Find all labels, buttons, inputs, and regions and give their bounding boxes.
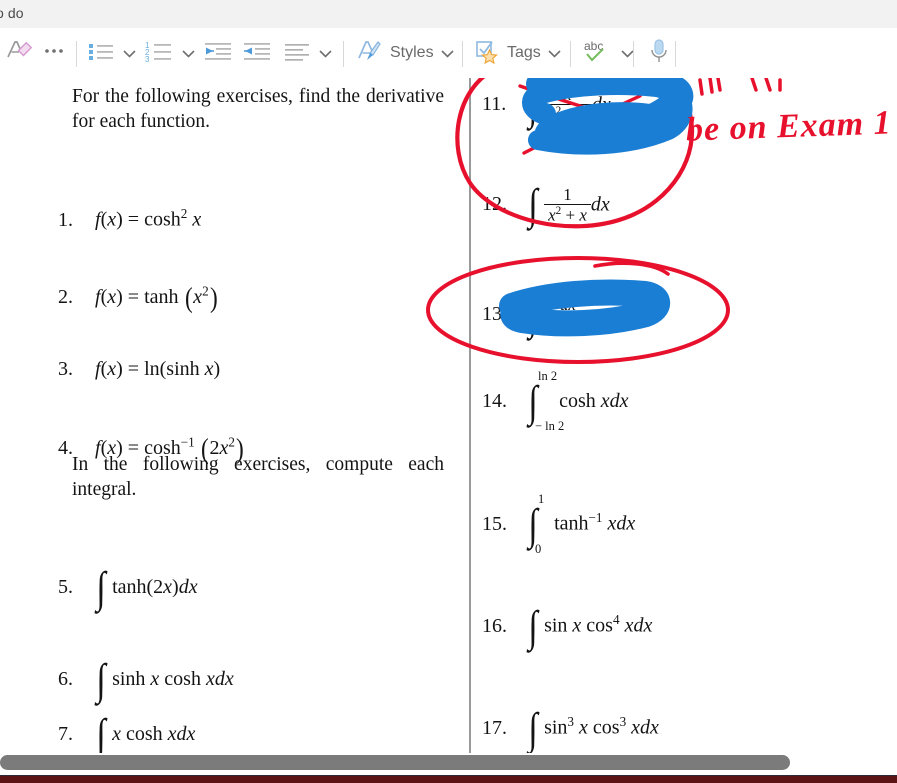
integral-lower-limit: 0 [535, 541, 542, 556]
toolbar-separator [76, 41, 77, 67]
red-stroke-item-13 [593, 261, 670, 276]
clear-formatting-icon [4, 36, 34, 71]
formatting-toolbar: 1 2 3 Styles Tags abc [0, 28, 897, 79]
chevron-down-icon[interactable] [182, 49, 195, 58]
exercise-item-5: 5. ∫ tanh(2x)dx [58, 562, 198, 612]
toolbar-separator [462, 41, 463, 67]
tags-icon [473, 37, 501, 70]
exercise-item-11: 11. ∫ x x2 − 1 dx [482, 80, 611, 130]
spell-check-button[interactable]: abc [580, 28, 634, 78]
align-button[interactable] [282, 28, 332, 78]
clear-formatting-button[interactable] [4, 28, 34, 78]
exercise-item-7: 7. ∫ x cosh xdx [58, 709, 196, 753]
integral-upper-limit: ln 2 [538, 368, 558, 383]
svg-text:3: 3 [145, 55, 150, 64]
exercise-item-3: 3. f(x) = ln(sinh x) [58, 358, 221, 380]
horizontal-scrollbar[interactable] [0, 753, 897, 775]
ellipsis-icon [40, 37, 68, 70]
title-bar: o do [0, 0, 897, 29]
exercise-item-12: 12. ∫ 1 x2 + x dx [482, 180, 610, 230]
decrease-indent-button[interactable] [202, 28, 234, 78]
increase-indent-icon [241, 37, 273, 70]
toolbar-separator [633, 41, 634, 67]
fraction-numerator: 1 [563, 185, 572, 204]
column-divider [469, 78, 471, 753]
dictate-button[interactable] [645, 28, 673, 78]
exercise-item-17: 17. ∫ sin3 x cos3 xdx [482, 703, 659, 753]
footer-strip [0, 775, 897, 783]
exercise-item-14: 14. ∫ ln 2 − ln 2 cosh xdx [482, 368, 629, 433]
styles-label: Styles [390, 44, 434, 61]
integral-upper-limit: 1 [538, 491, 545, 506]
align-icon [282, 37, 312, 70]
toolbar-separator [570, 41, 571, 67]
numbered-list-button[interactable]: 1 2 3 [143, 28, 195, 78]
horizontal-scrollbar-thumb[interactable] [0, 755, 790, 770]
exercise-item-15: 15. ∫ 1 0 tanh−1 xdx [482, 491, 636, 556]
ink-annotation-layer [426, 78, 782, 364]
handwriting-partial-strokes-a [698, 78, 722, 96]
tags-button[interactable]: Tags [473, 28, 561, 78]
decrease-indent-icon [202, 37, 234, 70]
abc-check-icon: abc [580, 36, 614, 71]
exercise-item-2: 2. f(x) = tanh (x2) [58, 282, 218, 314]
tags-label: Tags [507, 44, 541, 61]
left-intro-paragraph-1: For the following exercises, find the de… [72, 86, 444, 132]
exercise-item-1: 1. f(x) = cosh2 x [58, 206, 202, 231]
exercise-item-13: 13. ∫ dx x2 + 1 [482, 293, 592, 337]
bullet-list-icon [86, 37, 116, 70]
bullet-list-button[interactable] [86, 28, 136, 78]
exercise-item-6: 6. ∫ sinh x cosh xdx [58, 654, 234, 704]
chevron-down-icon[interactable] [123, 49, 136, 58]
note-page[interactable]: For the following exercises, find the de… [0, 78, 897, 753]
more-commands-button[interactable] [40, 28, 68, 78]
exercise-item-16: 16. ∫ sin x cos4 xdx [482, 601, 653, 651]
increase-indent-button[interactable] [241, 28, 273, 78]
handwriting-exam-note: be on Exam 1 [685, 104, 893, 149]
toolbar-separator [675, 41, 676, 67]
numbered-list-icon: 1 2 3 [143, 37, 175, 70]
chevron-down-icon[interactable] [441, 49, 454, 58]
handwriting-partial-strokes-b [750, 78, 782, 92]
styles-button[interactable]: Styles [356, 28, 454, 78]
onenote-window: o do [0, 0, 897, 783]
window-title: o do [0, 5, 24, 21]
toolbar-separator [343, 41, 344, 67]
microphone-icon [645, 36, 673, 71]
chevron-down-icon[interactable] [548, 49, 561, 58]
integral-lower-limit: − ln 2 [535, 418, 565, 433]
styles-icon [356, 37, 384, 70]
chevron-down-icon[interactable] [319, 49, 332, 58]
left-intro-paragraph-2: In the following exercises, compute each… [72, 454, 444, 500]
